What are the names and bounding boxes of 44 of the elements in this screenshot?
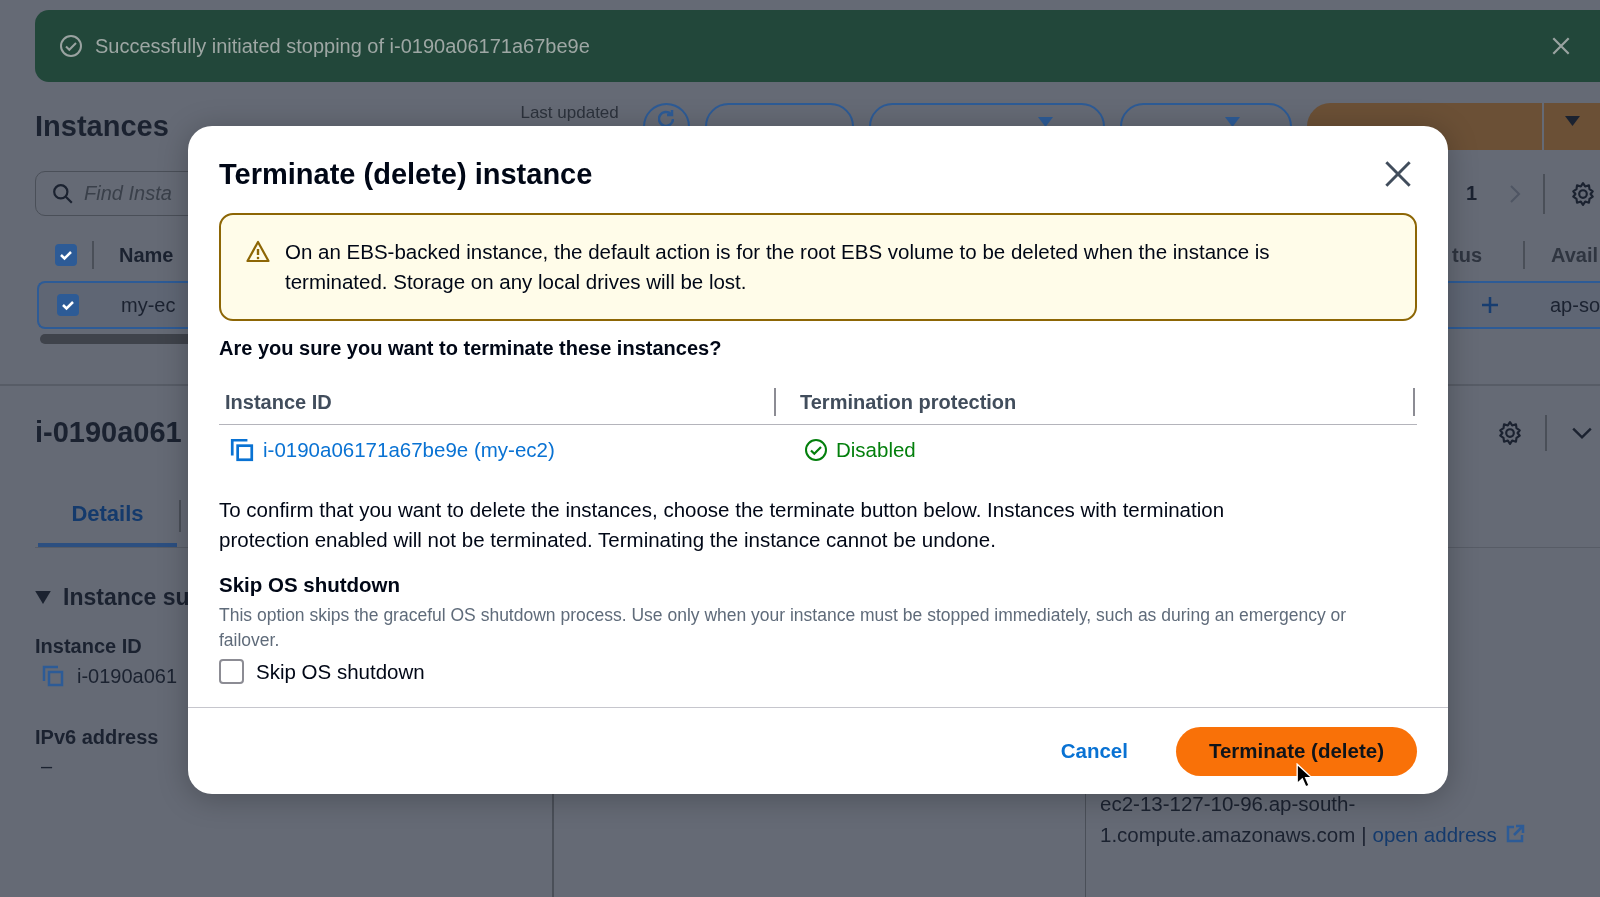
refresh-icon	[658, 109, 675, 127]
table-cell-text: my-ec	[121, 293, 177, 317]
terminate-button[interactable]: Terminate (delete)	[1175, 726, 1417, 776]
checkbox[interactable]	[219, 659, 244, 684]
close-icon[interactable]	[1550, 35, 1572, 57]
public-dns-value: ec2-13-127-10-96.ap-south-1.compute.amazonaws.com	[1100, 792, 1356, 846]
last-updated-label: Last updated	[520, 103, 620, 123]
select-all-checkbox[interactable]	[55, 244, 77, 266]
field-value: –	[41, 755, 53, 778]
checkbox-label[interactable]: Skip OS shutdown	[256, 659, 425, 684]
table-cell: ap-so	[1549, 293, 1600, 317]
caret-button[interactable]	[1544, 103, 1600, 150]
check-circle-icon	[59, 34, 83, 58]
close-icon[interactable]	[1384, 160, 1412, 188]
open-address-link[interactable]: open address	[1372, 823, 1497, 846]
field-value: i-0190a061	[77, 664, 178, 688]
column-header: Termination protection	[799, 390, 1018, 414]
cursor-icon	[1296, 763, 1312, 788]
warning-text: On an EBS-backed instance, the default action is for the root EBS volume to be deleted when the instance is terminated. Storage on any local drives will be lost.	[285, 239, 1271, 295]
settings-icon[interactable]	[1497, 419, 1523, 446]
copy-icon[interactable]	[229, 437, 255, 463]
caret-down-icon[interactable]	[35, 591, 51, 604]
plus-icon[interactable]	[1479, 295, 1500, 315]
field-label: Instance ID	[35, 635, 143, 658]
settings-icon[interactable]	[1569, 180, 1596, 207]
instance-link[interactable]: i-0190a06171a67be9e (my-ec2)	[263, 438, 555, 462]
option-description: This option skips the graceful OS shutdown process. Use only when your instance must be stopped immediately, such as during an emergency or failover.	[219, 604, 1348, 652]
confirm-text: To confirm that you want to delete the instances, choose the terminate button below. Instances with termination protection enabled will not be terminated. Terminating the instance cannot be undone.	[219, 497, 1226, 553]
flash-message: Successfully initiated stopping of i-0190a06171a67be9e	[95, 34, 590, 58]
page-number[interactable]: 1	[1466, 182, 1478, 205]
option-title: Skip OS shutdown	[219, 573, 402, 597]
page-title: Instances	[35, 110, 169, 143]
instance-title: i-0190a061	[35, 416, 183, 449]
field-label: IPv6 address	[35, 726, 159, 749]
column-header: Instance ID	[224, 390, 333, 414]
row-checkbox[interactable]	[57, 294, 79, 316]
question-text: Are you sure you want to terminate these instances?	[219, 337, 723, 360]
separator: |	[1361, 823, 1367, 846]
search-icon	[52, 182, 74, 205]
chevron-down-icon[interactable]	[1570, 425, 1593, 440]
protection-status: Disabled	[836, 438, 916, 462]
caret-icon	[1564, 116, 1580, 126]
warning-icon	[245, 240, 271, 264]
cancel-button[interactable]: Cancel	[1058, 731, 1130, 771]
